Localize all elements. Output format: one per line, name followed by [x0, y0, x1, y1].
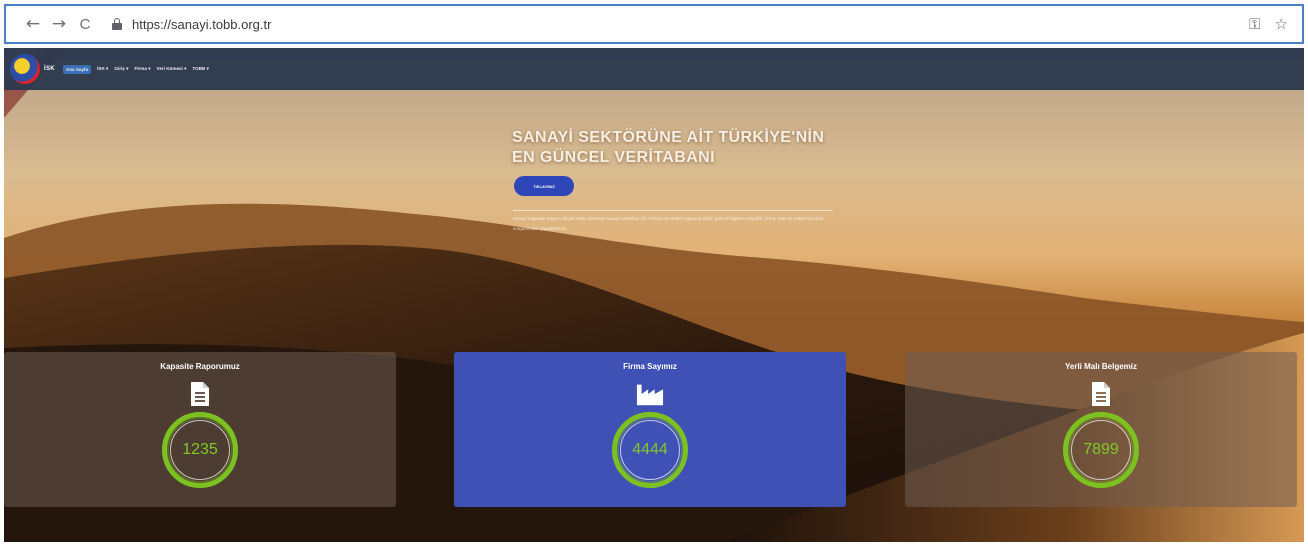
address-bar[interactable]: https://sanayi.tobb.org.tr — [112, 11, 271, 37]
document-icon — [186, 380, 214, 408]
stat-counter-ring: 7899 — [1063, 412, 1139, 488]
stat-card-domestic-goods-certificates: Yerli Malı Belgemiz 7899 — [905, 352, 1297, 507]
nav-item-login[interactable]: Giriş ▾ — [114, 66, 128, 72]
stat-counter-value: 1235 — [170, 420, 230, 480]
stat-counter-value: 4444 — [620, 420, 680, 480]
nav-menu: Ana Sayfa İSK ▾ Giriş ▾ Firma ▾ Veri Küm… — [62, 64, 209, 74]
hero-cta-button[interactable]: TIKLAYINIZ — [514, 176, 574, 196]
nav-item-dataset[interactable]: Veri Kümesi ▾ — [157, 66, 187, 72]
document-icon — [1087, 380, 1115, 408]
hero-title: SANAYİ SEKTÖRÜNE AİT TÜRKİYE'NİN EN GÜNC… — [512, 128, 842, 168]
browser-toolbar: ← → C https://sanayi.tobb.org.tr ⚿ ☆ — [4, 4, 1304, 44]
key-icon[interactable]: ⚿ — [1249, 15, 1260, 33]
nav-item-tobb[interactable]: TOBB ▾ — [192, 66, 209, 72]
nav-item-firm[interactable]: Firma ▾ — [134, 66, 150, 72]
hero-divider — [513, 210, 833, 211]
stat-card-title: Kapasite Raporumuz — [160, 362, 240, 371]
website-viewport: İSK Ana Sayfa İSK ▾ Giriş ▾ Firma ▾ Veri… — [4, 48, 1304, 542]
nav-item-home[interactable]: Ana Sayfa — [62, 64, 92, 74]
forward-arrow-icon[interactable]: → — [46, 11, 72, 37]
stat-counter-value: 7899 — [1071, 420, 1131, 480]
brand-text[interactable]: İSK — [44, 66, 55, 72]
hero-title-line-2: EN GÜNCEL VERİTABANI — [512, 149, 715, 166]
bookmark-star-icon[interactable]: ☆ — [1275, 15, 1288, 33]
stat-counter-ring: 4444 — [612, 412, 688, 488]
url-text: https://sanayi.tobb.org.tr — [132, 16, 272, 32]
stat-card-title: Yerli Malı Belgemiz — [1064, 362, 1138, 371]
stat-card-firm-count: Firma Sayımız 4444 — [454, 352, 846, 507]
stat-card-capacity-reports: Kapasite Raporumuz 1235 — [4, 352, 396, 507]
stat-card-title: Firma Sayımız — [623, 362, 677, 371]
hero-description: Sanayi Kapasite Raporu bilgilerinden der… — [513, 216, 824, 231]
factory-icon — [636, 380, 664, 408]
stat-counter-ring: 1235 — [162, 412, 238, 488]
site-logo[interactable] — [10, 54, 40, 84]
hero-title-line-1: SANAYİ SEKTÖRÜNE AİT TÜRKİYE'NİN — [512, 129, 825, 146]
lock-icon — [112, 18, 122, 30]
back-arrow-icon[interactable]: ← — [20, 11, 46, 37]
site-navbar: İSK Ana Sayfa İSK ▾ Giriş ▾ Firma ▾ Veri… — [4, 48, 1304, 90]
reload-icon[interactable]: C — [72, 11, 98, 37]
nav-item-isk[interactable]: İSK ▾ — [97, 66, 108, 72]
